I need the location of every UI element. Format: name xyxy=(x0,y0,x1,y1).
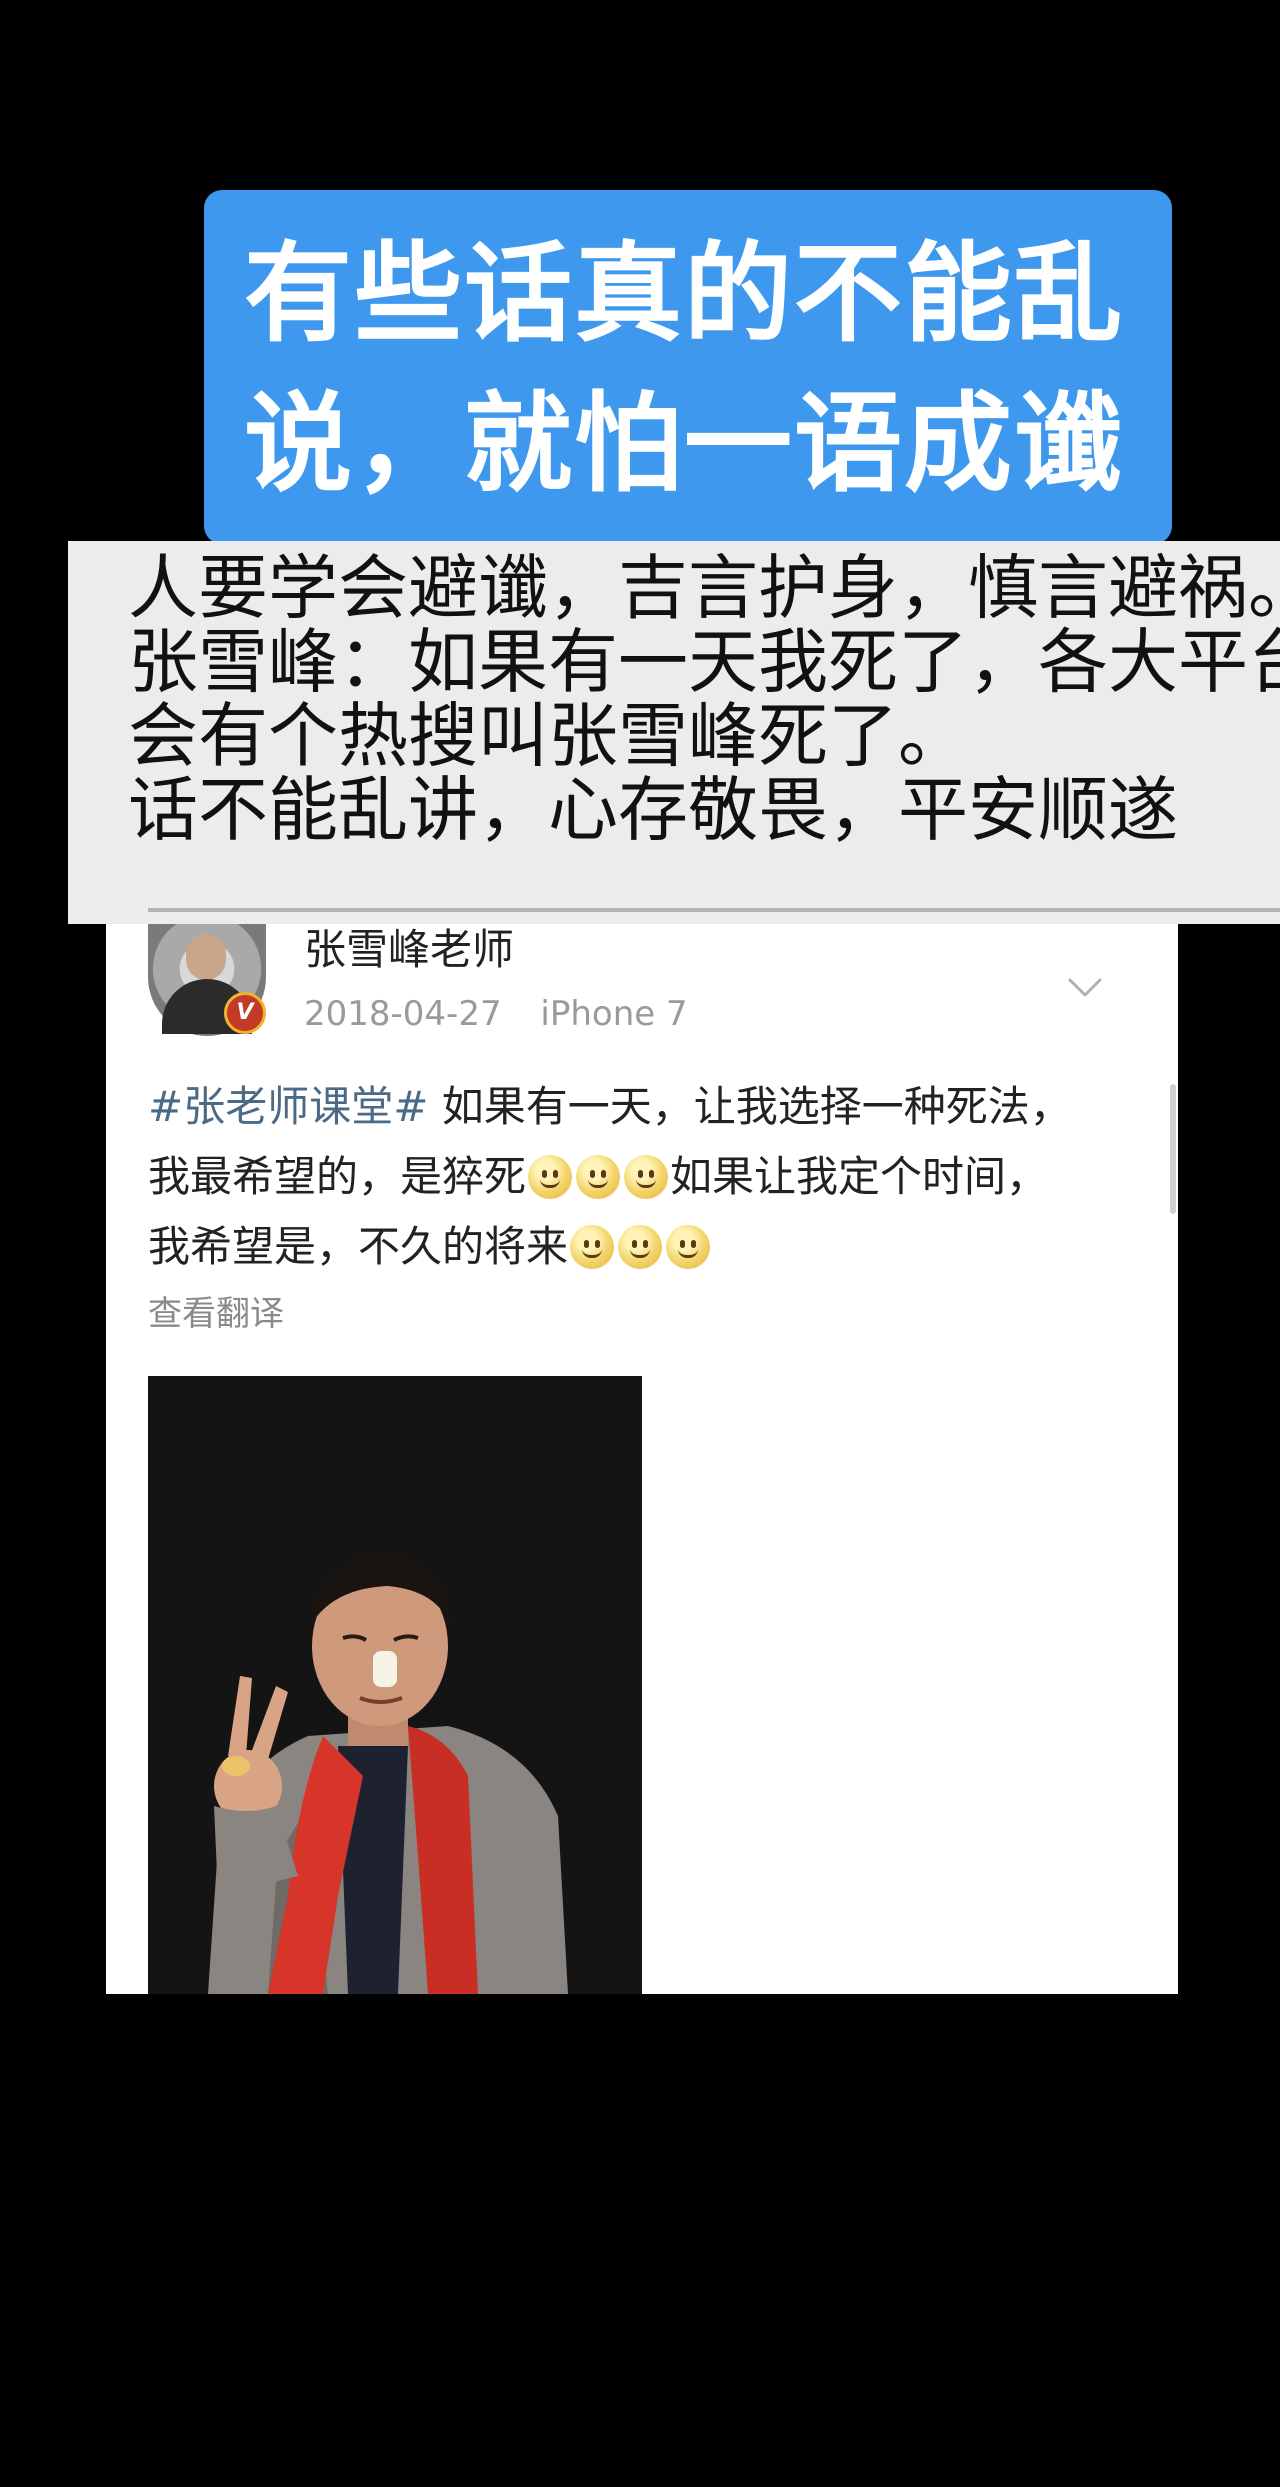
post-text-line-1: #张老师课堂# 如果有一天，让我选择一种死法， xyxy=(148,1072,1158,1142)
post-text: #张老师课堂# 如果有一天，让我选择一种死法， 我最希望的，是猝死 如果让我定个时… xyxy=(148,1072,1158,1282)
author-name[interactable]: 张雪峰老师 xyxy=(304,924,514,976)
post-text-segment: 如果让我定个时间， xyxy=(670,1152,1049,1201)
title-line-2: 说，就怕一语成谶 xyxy=(244,382,1125,507)
post-text-segment: 我希望是，不久的将来 xyxy=(148,1222,569,1271)
title-banner: 有些话真的不能乱 说，就怕一语成谶 xyxy=(204,190,1172,544)
verified-badge-icon: V xyxy=(224,992,266,1034)
caption-box: 人要学会避谶，吉言护身，慎言避祸。 张雪峰：如果有一天我死了，各大平台 会有个热… xyxy=(68,541,1280,924)
chevron-down-icon[interactable] xyxy=(1064,966,1106,1008)
post-photo-illustration xyxy=(148,1376,642,1994)
caption-divider xyxy=(148,908,1280,912)
caption-line-4: 话不能乱讲，心存敬畏，平安顺遂 xyxy=(128,769,1178,851)
smile-emoji-icon xyxy=(528,1155,573,1199)
post-text-segment: 如果有一天，让我选择一种死法， xyxy=(428,1082,1072,1131)
translate-link[interactable]: 查看翻译 xyxy=(148,1292,284,1336)
post-device: iPhone 7 xyxy=(540,994,688,1034)
caption-line-1: 人要学会避谶，吉言护身，慎言避祸。 xyxy=(128,547,1280,629)
hashtag-link[interactable]: #张老师课堂# xyxy=(148,1082,428,1131)
smile-emoji-icon xyxy=(618,1225,663,1269)
smile-emoji-icon xyxy=(666,1225,711,1269)
post-text-line-2: 我最希望的，是猝死 如果让我定个时间， xyxy=(148,1142,1158,1212)
post-text-line-3: 我希望是，不久的将来 xyxy=(148,1212,1158,1282)
caption-line-2: 张雪峰：如果有一天我死了，各大平台 xyxy=(128,621,1280,703)
caption-line-3: 会有个热搜叫张雪峰死了。 xyxy=(128,695,968,777)
avatar-face xyxy=(186,934,226,980)
post-photo[interactable] xyxy=(148,1376,642,1994)
title-line-1: 有些话真的不能乱 xyxy=(244,232,1125,357)
post-date: 2018-04-27 xyxy=(304,994,502,1034)
smile-emoji-icon xyxy=(576,1155,621,1199)
scrollbar[interactable] xyxy=(1170,1084,1176,1214)
smile-emoji-icon xyxy=(624,1155,669,1199)
smile-emoji-icon xyxy=(570,1225,615,1269)
post-meta: 2018-04-27 iPhone 7 xyxy=(304,992,716,1036)
post-text-segment: 我最希望的，是猝死 xyxy=(148,1152,527,1201)
weibo-post-card: V 张雪峰老师 2018-04-27 iPhone 7 #张老师课堂# 如果有一… xyxy=(106,924,1178,1994)
